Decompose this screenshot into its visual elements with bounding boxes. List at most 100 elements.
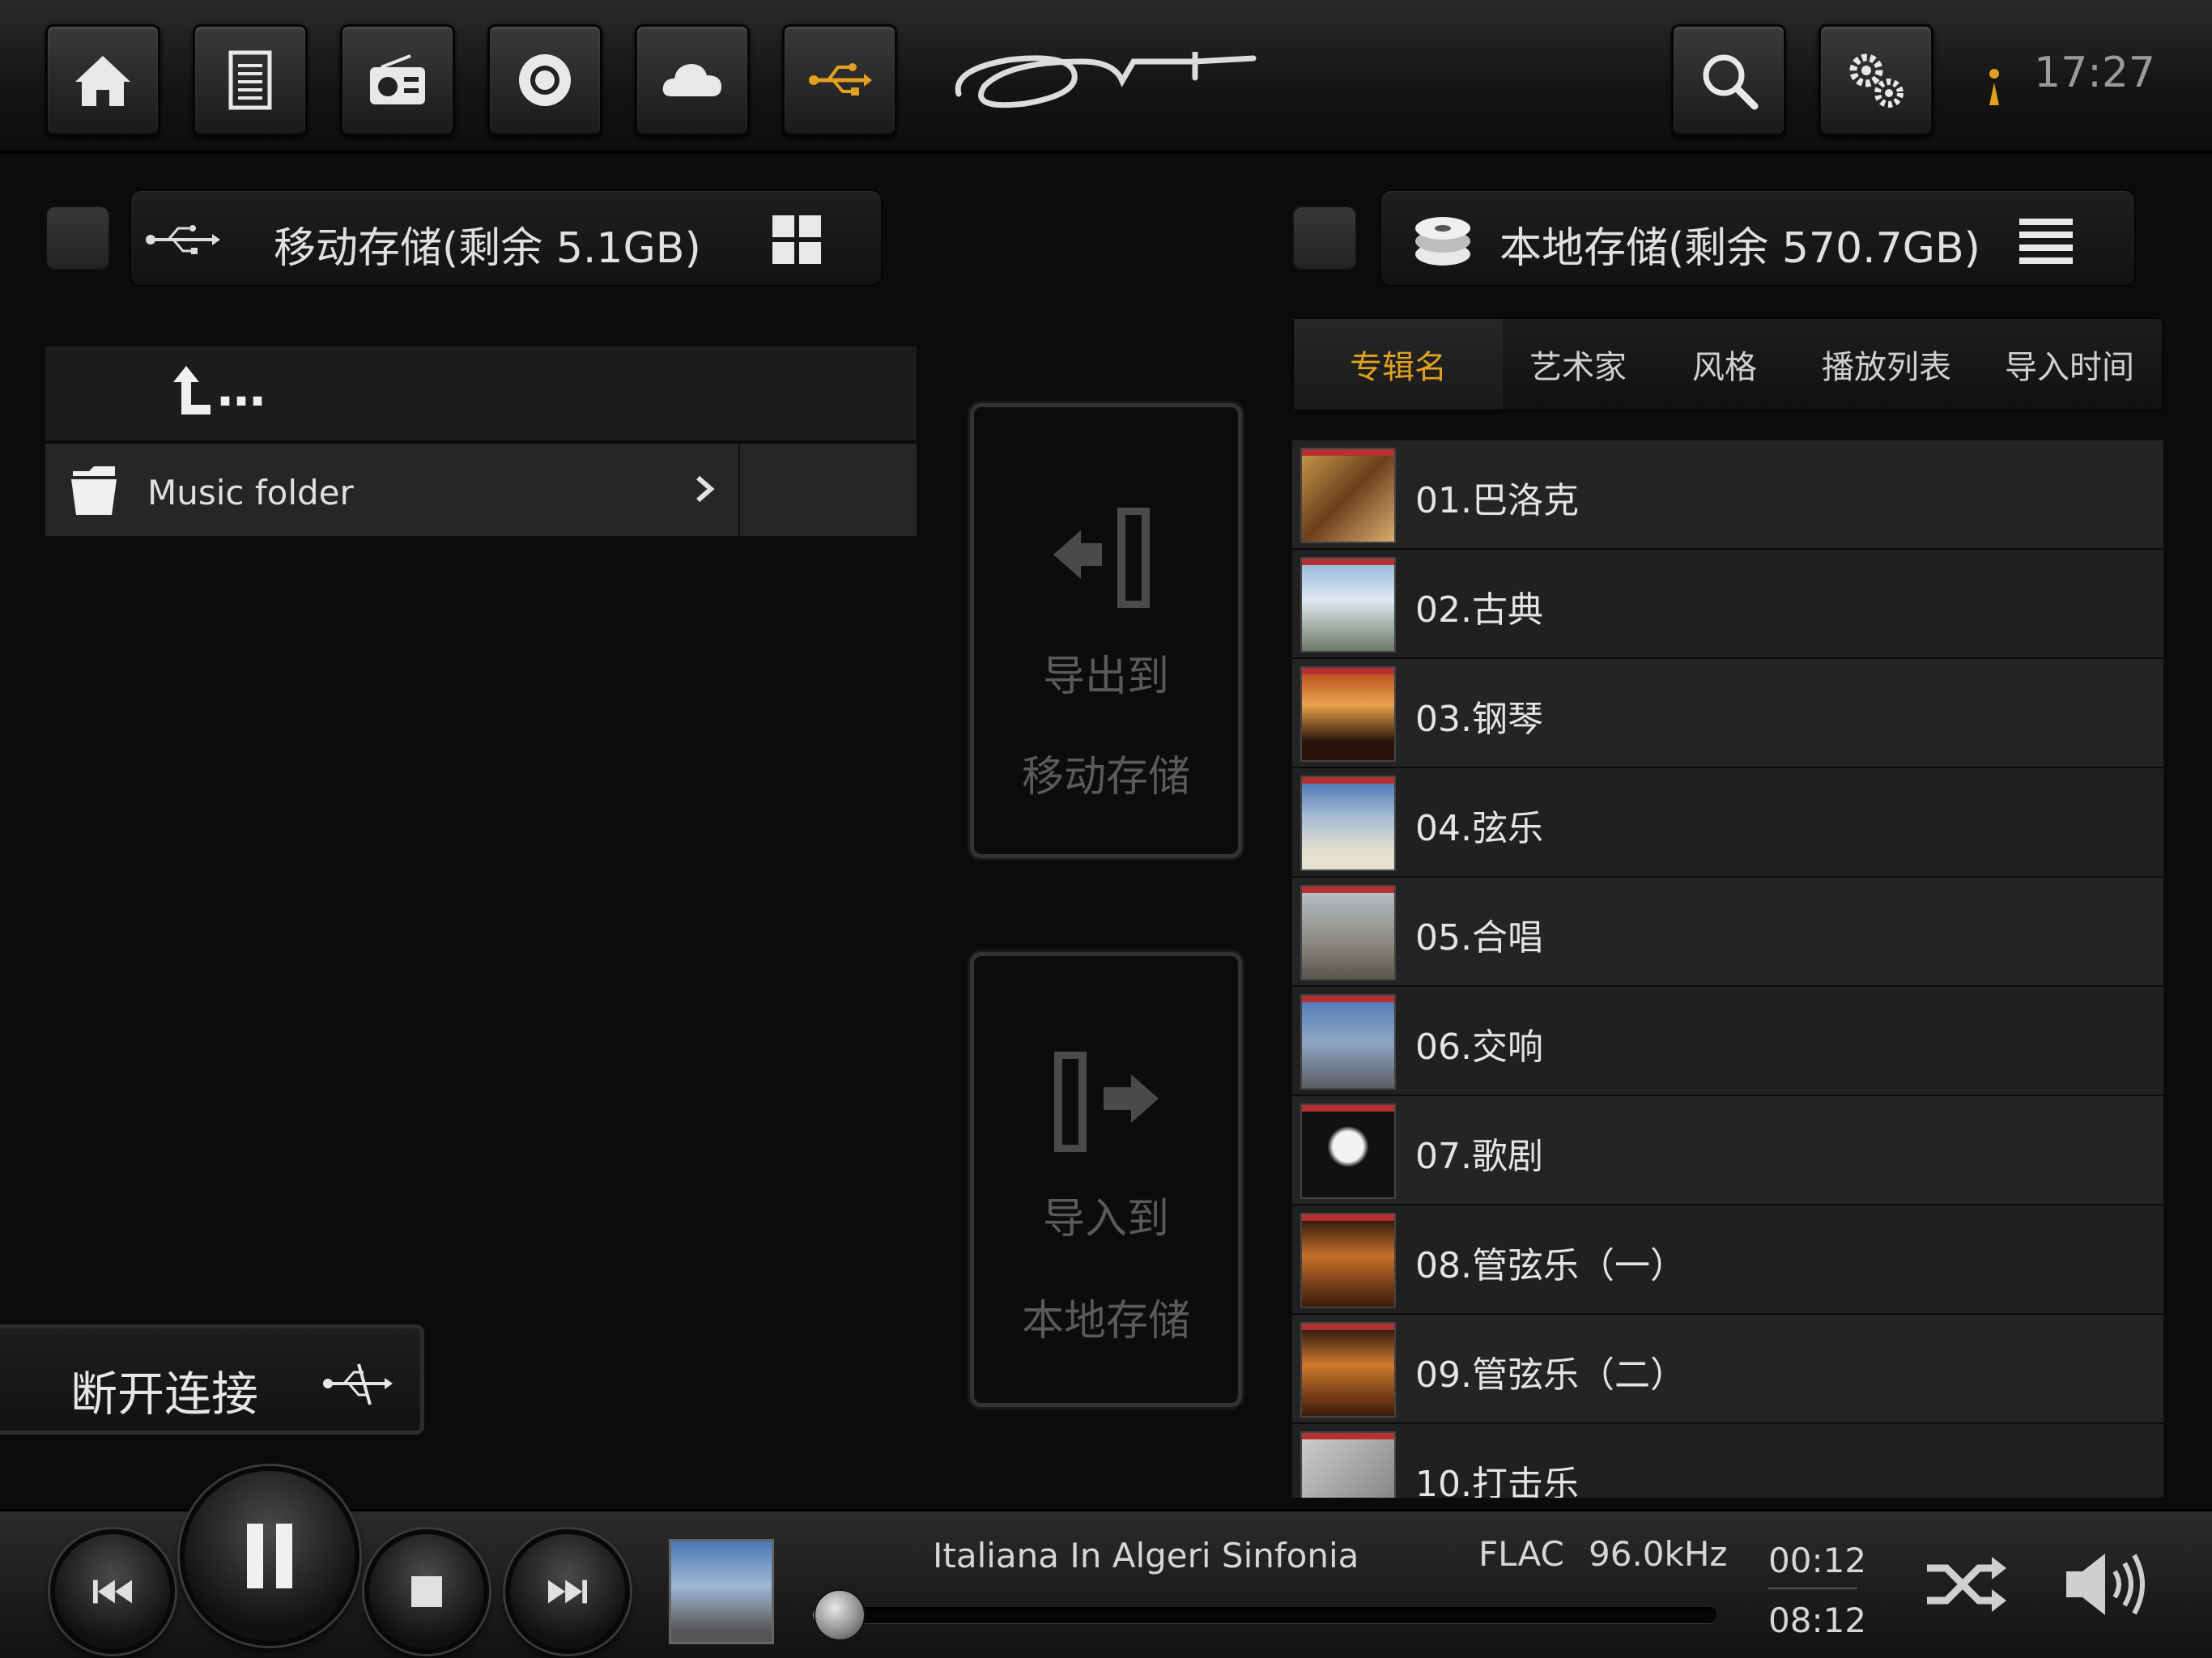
folder-row[interactable]: Music folder <box>45 444 917 538</box>
parent-folder-row[interactable]: … <box>45 346 917 442</box>
album-row[interactable]: 01.巴洛克 <box>1292 440 2163 550</box>
now-playing-cover <box>669 1539 774 1644</box>
time-divider <box>1768 1588 1857 1589</box>
search-button[interactable] <box>1671 24 1786 136</box>
top-navigation-bar: 17:27 <box>0 0 2212 154</box>
usb-icon <box>146 225 220 254</box>
album-name: 05.合唱 <box>1415 917 1543 959</box>
tab-playlist[interactable]: 播放列表 <box>1796 319 1977 410</box>
parent-folder-label: … <box>217 361 266 418</box>
player-bar: Italiana In Algeri Sinfonia FLAC 96.0kHz… <box>0 1466 2212 1658</box>
home-icon <box>75 56 130 106</box>
local-storage-title: 本地存储(剩余 570.7GB) <box>1499 224 1980 273</box>
local-select-checkbox[interactable] <box>1292 206 1357 270</box>
album-name: 09.管弦乐（二） <box>1415 1354 1686 1396</box>
disc-button[interactable] <box>487 24 602 136</box>
album-row[interactable]: 05.合唱 <box>1292 878 2163 987</box>
progress-knob[interactable] <box>814 1589 866 1641</box>
album-cover <box>1300 776 1396 871</box>
export-line1: 导出到 <box>1042 653 1169 701</box>
pause-icon <box>247 1524 292 1588</box>
disconnect-label: 断开连接 <box>70 1367 259 1422</box>
previous-button[interactable] <box>50 1529 175 1654</box>
track-sample-rate: 96.0kHz <box>1589 1534 1728 1574</box>
row-divider <box>738 444 740 538</box>
tab-genre[interactable]: 风格 <box>1653 319 1796 410</box>
disc-icon <box>519 54 571 106</box>
album-name: 02.古典 <box>1415 589 1543 631</box>
import-line2: 本地存储 <box>1021 1297 1190 1346</box>
tab-album[interactable]: 专辑名 <box>1294 319 1503 410</box>
album-name: 10.打击乐 <box>1415 1464 1579 1498</box>
album-list: 01.巴洛克 02.古典 03.钢琴 04.弦乐 05.合唱 06.交响 07.… <box>1292 440 2163 1498</box>
album-cover <box>1300 1103 1396 1199</box>
import-line1: 导入到 <box>1042 1195 1169 1244</box>
album-row[interactable]: 03.钢琴 <box>1292 659 2163 768</box>
usb-storage-title: 移动存储(剩余 5.1GB) <box>274 224 701 273</box>
up-arrow-icon <box>173 366 211 414</box>
cloud-button[interactable] <box>635 24 750 136</box>
export-arrow-icon <box>1053 508 1150 608</box>
album-cover <box>1300 557 1396 653</box>
album-row[interactable]: 02.古典 <box>1292 550 2163 659</box>
track-format: FLAC <box>1478 1534 1564 1574</box>
folder-label: Music folder <box>147 473 354 512</box>
usb-icon <box>809 63 872 96</box>
document-button[interactable] <box>193 24 308 136</box>
tab-import-time[interactable]: 导入时间 <box>1977 319 2162 410</box>
album-row[interactable]: 08.管弦乐（一） <box>1292 1205 2163 1315</box>
elapsed-time: 00:12 <box>1768 1541 1867 1580</box>
radio-button[interactable] <box>340 24 455 136</box>
search-icon <box>1703 54 1759 110</box>
album-name: 04.弦乐 <box>1415 808 1543 849</box>
album-name: 06.交响 <box>1415 1027 1543 1068</box>
album-cover <box>1300 666 1396 762</box>
pause-button[interactable] <box>180 1466 359 1646</box>
grid-view-icon[interactable] <box>771 214 823 266</box>
clock: 17:27 <box>2034 49 2155 97</box>
chevron-right-icon <box>696 475 715 503</box>
usb-storage-header: 移动存储(剩余 5.1GB) <box>130 189 883 287</box>
settings-button[interactable] <box>1819 24 1933 136</box>
usb-button[interactable] <box>782 24 897 136</box>
import-to-local-button[interactable]: 导入到 本地存储 <box>970 952 1242 1407</box>
hard-disk-icon <box>1415 217 1470 266</box>
export-line2: 移动存储 <box>1021 753 1190 801</box>
cloud-icon <box>662 64 721 96</box>
album-row[interactable]: 10.打击乐 <box>1292 1424 2163 1498</box>
total-time: 08:12 <box>1768 1601 1867 1640</box>
album-row[interactable]: 09.管弦乐（二） <box>1292 1315 2163 1424</box>
volume-icon[interactable] <box>2063 1549 2147 1620</box>
export-to-usb-button[interactable]: 导出到 移动存储 <box>970 403 1242 858</box>
tab-artist[interactable]: 艺术家 <box>1503 319 1653 410</box>
album-cover <box>1300 994 1396 1090</box>
disconnect-button[interactable]: 断开连接 <box>0 1324 424 1435</box>
usb-select-checkbox[interactable] <box>45 206 110 270</box>
album-name: 08.管弦乐（一） <box>1415 1245 1686 1286</box>
local-storage-header: 本地存储(剩余 570.7GB) <box>1380 189 2136 287</box>
brand-logo <box>955 52 1257 108</box>
album-cover <box>1300 885 1396 980</box>
folder-icon <box>71 466 117 515</box>
sort-tabs: 专辑名 艺术家 风格 播放列表 导入时间 <box>1292 317 2163 411</box>
list-view-icon[interactable] <box>2019 219 2073 264</box>
album-cover <box>1300 1431 1396 1498</box>
album-cover <box>1300 448 1396 543</box>
import-arrow-icon <box>1054 1052 1159 1152</box>
shuffle-icon[interactable] <box>1924 1552 2008 1617</box>
signal-icon <box>1989 69 1999 105</box>
stop-icon <box>411 1576 442 1607</box>
next-icon <box>548 1579 587 1604</box>
album-name: 01.巴洛克 <box>1415 480 1579 521</box>
progress-track[interactable] <box>813 1589 1716 1641</box>
album-row[interactable]: 04.弦乐 <box>1292 768 2163 878</box>
home-button[interactable] <box>45 24 160 136</box>
previous-icon <box>93 1579 132 1604</box>
track-title: Italiana In Algeri Sinfonia <box>933 1536 1359 1575</box>
album-cover <box>1300 1213 1396 1308</box>
album-row[interactable]: 06.交响 <box>1292 987 2163 1096</box>
gear-icon <box>1849 53 1904 108</box>
stop-button[interactable] <box>364 1529 489 1654</box>
next-button[interactable] <box>505 1529 630 1654</box>
album-row[interactable]: 07.歌剧 <box>1292 1096 2163 1205</box>
